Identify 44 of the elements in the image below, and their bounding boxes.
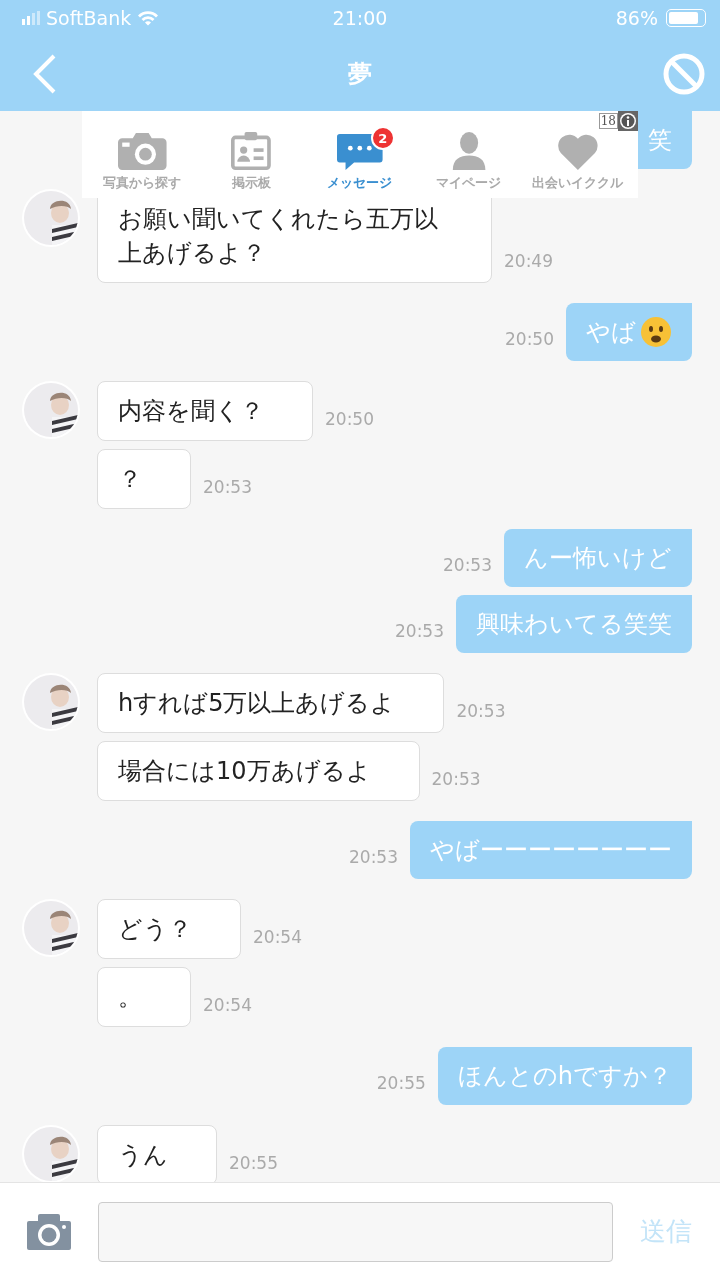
message-bubble: どう？	[97, 899, 241, 959]
id-card-icon	[231, 132, 272, 170]
battery-percent: 86%	[615, 7, 658, 29]
message-time: 20:53	[395, 621, 444, 641]
wifi-icon	[137, 10, 160, 26]
message-time: 20:53	[349, 847, 398, 867]
message-time: 20:54	[253, 927, 302, 947]
message-time: 20:54	[203, 995, 252, 1015]
message-bubble: hすれば5万以上あげるよ	[97, 673, 445, 733]
block-icon[interactable]	[662, 51, 706, 96]
message-time: 20:53	[431, 769, 481, 789]
message-time: 20:55	[376, 1073, 426, 1093]
message-time: 20:53	[203, 477, 252, 497]
chat-title: 夢	[348, 58, 372, 90]
message-bubble: 。	[97, 967, 191, 1027]
person-icon	[450, 132, 487, 170]
message-bubble: うん	[97, 1125, 217, 1182]
back-icon[interactable]	[32, 53, 58, 94]
battery-icon	[666, 9, 706, 27]
message-time: 20:49	[504, 251, 553, 271]
age-label: 18	[598, 113, 618, 129]
info-icon[interactable]	[618, 111, 638, 131]
signal-icon	[22, 11, 40, 25]
message-bubble: ほんとのhですか？	[437, 1047, 692, 1105]
message-time: 20:50	[325, 409, 374, 429]
message-time: 20:53	[443, 555, 492, 575]
message-bubble: 興味わいてる笑笑	[456, 595, 692, 653]
clock-time: 21:00	[332, 7, 388, 29]
message-bubble: 内容を聞く？	[97, 381, 313, 441]
message-bubble: やばーーーーーーーー	[410, 821, 692, 879]
message-time: 20:50	[505, 329, 554, 349]
camera-icon	[118, 132, 167, 170]
carrier-name: SoftBank	[46, 7, 132, 29]
heart-icon	[556, 132, 599, 170]
message-bubble: ？	[97, 449, 191, 509]
message-time: 20:55	[229, 1153, 278, 1173]
count-badge: 2	[370, 126, 395, 150]
message-bubble: やば	[566, 303, 692, 361]
message-bubble: 場合には10万あげるよ	[97, 741, 420, 801]
camera-icon[interactable]	[27, 1213, 71, 1250]
message-field[interactable]	[98, 1201, 613, 1262]
frowning-emoji-icon	[640, 316, 672, 348]
message-time: 20:53	[456, 701, 506, 721]
message-bubble: んー怖いけど	[504, 529, 692, 587]
